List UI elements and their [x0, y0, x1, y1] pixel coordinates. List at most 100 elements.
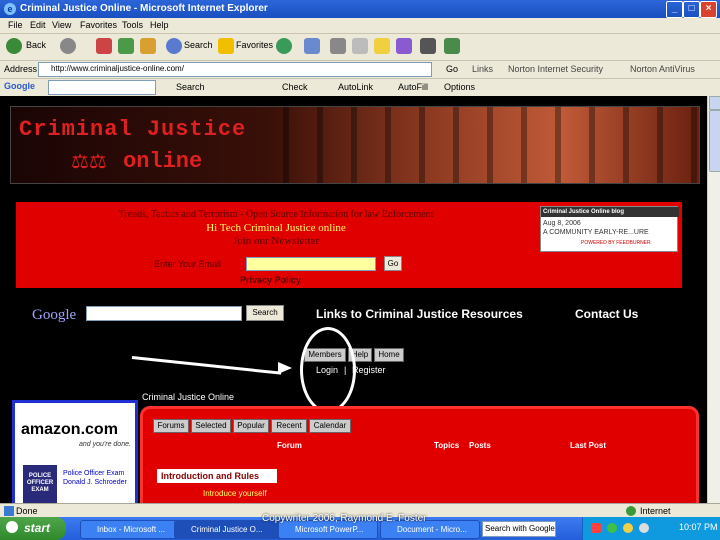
book-cover-label: POLICE OFFICER EXAM — [26, 473, 54, 493]
forum-tab-recent[interactable]: Recent — [271, 419, 307, 433]
discuss-icon[interactable] — [374, 38, 390, 54]
task-inbox[interactable]: Inbox - Microsoft ... — [80, 520, 180, 539]
standard-toolbar: Back Search Favorites — [0, 34, 720, 61]
favorites-button[interactable]: Favorites — [236, 40, 273, 50]
city-skyline-image — [269, 107, 699, 183]
print-icon[interactable] — [330, 38, 346, 54]
hitech-link[interactable]: Hi Tech Criminal Justice online — [16, 222, 536, 234]
menu-help[interactable]: Help — [150, 20, 169, 30]
google-toolbar-options[interactable]: Options — [444, 82, 475, 92]
favorites-icon[interactable] — [218, 38, 234, 54]
highlight-ellipse — [300, 327, 356, 413]
scroll-thumb[interactable] — [709, 110, 720, 172]
edit-icon[interactable] — [352, 38, 368, 54]
taskbar-google-search[interactable]: Search with Google — [482, 521, 556, 537]
norton-security-button[interactable]: Norton Internet Security — [508, 64, 603, 74]
menu-tools[interactable]: Tools — [122, 20, 143, 30]
minimize-button[interactable]: _ — [666, 1, 683, 18]
google-toolbar-autofill[interactable]: AutoFill — [398, 82, 428, 92]
start-button[interactable]: start — [0, 517, 66, 540]
history-icon[interactable] — [276, 38, 292, 54]
window-title: Criminal Justice Online - Microsoft Inte… — [20, 3, 268, 14]
privacy-policy-link[interactable]: Privacy Policy — [240, 275, 301, 285]
contact-us-link[interactable]: Contact Us — [575, 307, 638, 321]
status-done: Done — [16, 506, 38, 516]
book-link[interactable]: Police Officer Exam Donald J. Schroeder — [63, 469, 131, 487]
address-go-button[interactable]: Go — [446, 64, 458, 74]
forum-tab-forums[interactable]: Forums — [153, 419, 189, 433]
tray-norton-icon[interactable] — [591, 523, 601, 533]
category-intro-title[interactable]: Introduction and Rules — [161, 471, 259, 481]
tray-network-icon[interactable] — [607, 523, 617, 533]
back-icon[interactable] — [6, 38, 22, 54]
google-toolbar-input[interactable] — [48, 80, 156, 95]
col-forum: Forum — [277, 441, 302, 450]
google-logo: Google — [32, 307, 77, 323]
feedburner-label: POWERED BY FEEDBURNER — [581, 240, 651, 246]
msn-icon[interactable] — [444, 38, 460, 54]
intro-forum-link[interactable]: Introduce yourself — [203, 489, 267, 498]
vertical-scrollbar[interactable] — [707, 96, 720, 503]
blog-title: Criminal Justice Online blog — [541, 207, 679, 217]
amazon-ad[interactable]: amazon.com and you're done. POLICE OFFIC… — [12, 400, 138, 503]
ie-icon: e — [4, 3, 16, 15]
norton-antivirus-button[interactable]: Norton AntiVirus — [630, 64, 695, 74]
stop-icon[interactable] — [96, 38, 112, 54]
forum-header-row: Forum Topics Posts Last Post — [153, 439, 683, 453]
tray-volume-icon[interactable] — [639, 523, 649, 533]
google-search-button[interactable]: Search — [246, 305, 284, 321]
email-go-button[interactable]: Go — [384, 256, 402, 271]
google-toolbar: Google Search Check AutoLink AutoFill Op… — [0, 79, 720, 97]
messenger-icon[interactable] — [420, 38, 436, 54]
back-button[interactable]: Back — [26, 40, 46, 50]
email-input[interactable] — [246, 257, 376, 271]
forum-tab-calendar[interactable]: Calendar — [309, 419, 351, 433]
close-button[interactable]: × — [700, 1, 717, 18]
blog-entry[interactable]: A COMMUNITY EARLY-RE...URE — [543, 229, 649, 236]
mail-icon[interactable] — [304, 38, 320, 54]
forum-tab-selected[interactable]: Selected — [191, 419, 231, 433]
google-search-input[interactable] — [86, 306, 242, 321]
menu-file[interactable]: File — [8, 20, 23, 30]
site-logo-line1: Criminal Justice — [19, 117, 247, 142]
google-toolbar-autolink[interactable]: AutoLink — [338, 82, 373, 92]
google-toolbar-logo[interactable]: Google — [4, 81, 35, 91]
research-icon[interactable] — [396, 38, 412, 54]
links-label[interactable]: Links — [472, 64, 493, 74]
forum-panel: Forums Selected Popular Recent Calendar … — [140, 406, 699, 503]
address-input[interactable]: http://www.criminaljustice-online.com/ — [38, 62, 432, 77]
blog-widget[interactable]: Criminal Justice Online blog Aug 8, 2006… — [540, 206, 679, 252]
col-topics: Topics — [434, 441, 460, 450]
forum-tab-popular[interactable]: Popular — [233, 419, 269, 433]
resources-link[interactable]: Links to Criminal Justice Resources — [316, 307, 523, 321]
home-icon[interactable] — [140, 38, 156, 54]
google-toolbar-search[interactable]: Search — [176, 82, 205, 92]
system-tray: 10:07 PM — [582, 517, 720, 540]
book-cover-image[interactable]: POLICE OFFICER EXAM — [23, 465, 57, 503]
refresh-icon[interactable] — [118, 38, 134, 54]
amazon-tagline: and you're done. — [79, 441, 131, 448]
menu-edit[interactable]: Edit — [30, 20, 46, 30]
search-button[interactable]: Search — [184, 40, 213, 50]
register-link[interactable]: Register — [352, 365, 386, 375]
col-posts: Posts — [469, 441, 491, 450]
search-icon[interactable] — [166, 38, 182, 54]
forward-icon[interactable] — [60, 38, 76, 54]
forum-section-title: Criminal Justice Online — [142, 392, 235, 402]
windows-flag-icon — [6, 521, 18, 533]
clock: 10:07 PM — [679, 522, 718, 532]
home-tab[interactable]: Home — [374, 348, 404, 362]
col-last-post: Last Post — [570, 441, 607, 450]
slide-caption: Copywriter 2006, Raymond E. Foster — [262, 513, 427, 524]
site-header-banner: Criminal Justice online ⚖⚖ — [10, 106, 700, 184]
page-icon — [4, 506, 14, 516]
menu-favorites[interactable]: Favorites — [80, 20, 117, 30]
site-logo-line2: online — [123, 149, 203, 174]
google-toolbar-check[interactable]: Check — [282, 82, 308, 92]
maximize-button[interactable]: □ — [683, 1, 700, 18]
scroll-up-button[interactable] — [709, 96, 720, 110]
newsletter-panel: Trends, Tactics and Terrorism - Open Sou… — [16, 202, 536, 288]
arrow-shaft — [131, 356, 282, 375]
menu-view[interactable]: View — [52, 20, 71, 30]
tray-messenger-icon[interactable] — [623, 523, 633, 533]
